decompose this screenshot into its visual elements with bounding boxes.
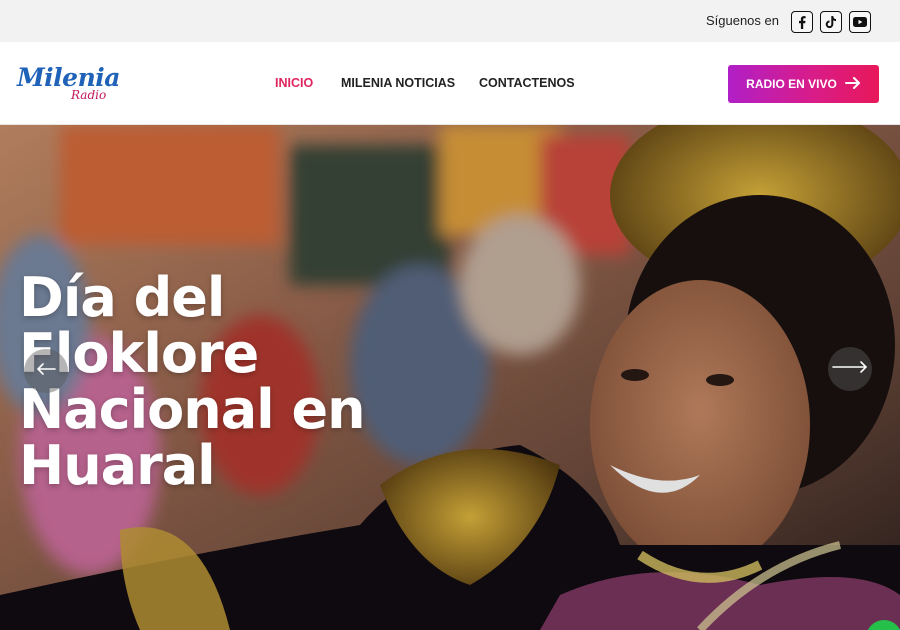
arrow-left-icon: [36, 362, 56, 380]
milenia-radio-logo[interactable]: Milenia Radio: [17, 63, 127, 109]
site-header: Milenia Radio INICIO MILENIA NOTICIAS CO…: [0, 42, 900, 125]
facebook-icon[interactable]: [791, 11, 813, 33]
social-bar: Síguenos en: [0, 0, 900, 42]
nav-contactenos[interactable]: CONTACTENOS: [479, 76, 575, 90]
radio-en-vivo-button[interactable]: RADIO EN VIVO: [728, 65, 879, 103]
hero-title: Día del Floklore Nacional en Huaral: [19, 266, 366, 497]
nav-milenia-noticias[interactable]: MILENIA NOTICIAS: [341, 76, 455, 90]
follow-label: Síguenos en: [705, 13, 779, 28]
nav-inicio[interactable]: INICIO: [275, 76, 313, 90]
hero-slider: Día del Floklore Nacional en Huaral: [0, 125, 900, 630]
slider-prev-button[interactable]: [24, 349, 68, 393]
slider-next-button[interactable]: [828, 347, 872, 391]
tiktok-icon[interactable]: [820, 11, 842, 33]
youtube-icon[interactable]: [849, 11, 871, 33]
arrow-right-icon: [844, 76, 861, 92]
arrow-right-icon: [832, 360, 868, 378]
cta-label: RADIO EN VIVO: [746, 77, 837, 91]
